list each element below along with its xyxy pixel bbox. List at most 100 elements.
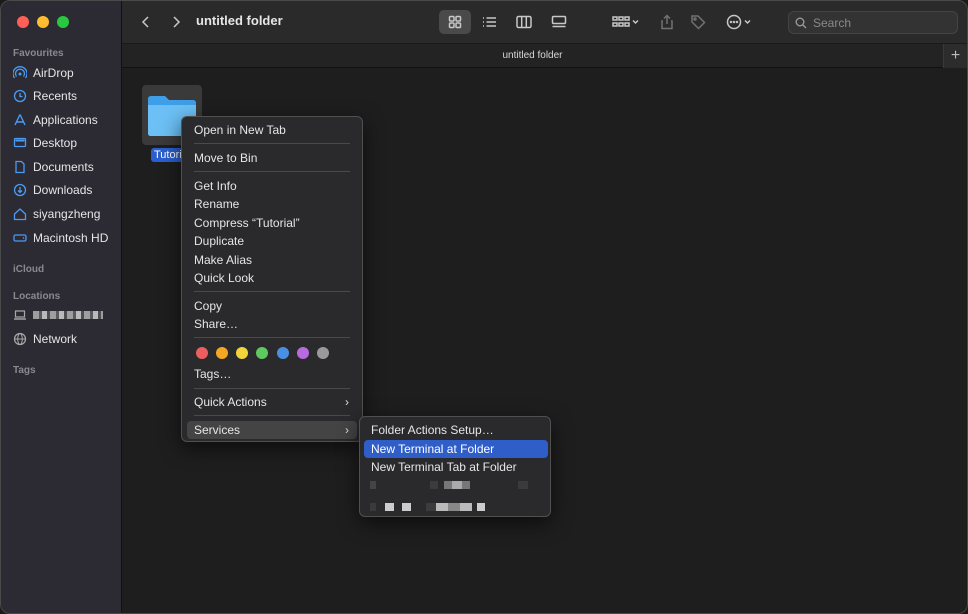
laptop-icon (13, 308, 27, 322)
menu-item-label: Services (194, 423, 241, 437)
chevron-right-icon (173, 16, 181, 28)
window-controls (17, 16, 69, 28)
forward-button[interactable] (166, 10, 186, 34)
menu-item-share[interactable]: Share… (187, 315, 357, 333)
desktop-icon (13, 136, 27, 150)
sidebar-item-macintosh-hd[interactable]: Macintosh HD (13, 228, 117, 248)
menu-item-quick-actions[interactable]: Quick Actions › (187, 393, 357, 411)
menu-item-open-in-new-tab[interactable]: Open in New Tab (187, 121, 357, 139)
chevron-left-icon (141, 16, 149, 28)
sidebar-item-label: Desktop (33, 136, 78, 150)
redacted-menu-item[interactable] (370, 503, 540, 511)
menu-item-new-terminal-at-folder[interactable]: New Terminal at Folder (364, 440, 548, 458)
menu-item-new-terminal-tab-at-folder[interactable]: New Terminal Tab at Folder (364, 458, 548, 476)
redacted-menu-item[interactable] (370, 481, 540, 489)
download-icon (13, 183, 27, 197)
sidebar-section-tags: Tags (13, 365, 36, 376)
sidebar-item-label: Applications (33, 113, 98, 127)
search-input[interactable] (813, 15, 943, 30)
menu-separator (194, 171, 350, 172)
folder-name-label[interactable]: Tutorial (151, 148, 183, 162)
sidebar-item-applications[interactable]: Applications (13, 110, 117, 130)
back-button[interactable] (136, 10, 156, 34)
tab-bar: untitled folder + (122, 44, 967, 68)
sidebar-item-label: Downloads (33, 183, 93, 197)
home-icon (13, 207, 27, 221)
zoom-window-button[interactable] (57, 16, 69, 28)
grid-icon (448, 15, 462, 29)
toolbar: untitled folder (122, 1, 967, 44)
tag-color-grey[interactable] (317, 347, 329, 359)
menu-item-copy[interactable]: Copy (187, 297, 357, 315)
tag-color-yellow[interactable] (236, 347, 248, 359)
sidebar-item-label: Network (33, 332, 78, 346)
sidebar-item-recents[interactable]: Recents (13, 86, 117, 106)
applications-icon (13, 113, 27, 127)
list-view-button[interactable] (474, 10, 506, 34)
sidebar-item-label: Recents (33, 89, 78, 103)
sidebar-item-label: siyangzheng (33, 207, 101, 221)
redacted-computer-name (33, 311, 103, 319)
menu-separator (194, 388, 350, 389)
sidebar-item-downloads[interactable]: Downloads (13, 180, 117, 200)
sidebar-item-airdrop[interactable]: AirDrop (13, 63, 117, 83)
sidebar-item-desktop[interactable]: Desktop (13, 133, 117, 153)
sidebar-item-network[interactable]: Network (13, 329, 117, 349)
action-menu-button[interactable] (723, 10, 757, 34)
sidebar-item-documents[interactable]: Documents (13, 157, 117, 177)
ellipsis-circle-icon (726, 14, 751, 30)
document-icon (13, 160, 27, 174)
menu-item-get-info[interactable]: Get Info (187, 177, 357, 195)
menu-item-quick-look[interactable]: Quick Look (187, 269, 357, 287)
window-title: untitled folder (196, 13, 283, 28)
new-tab-button[interactable]: + (943, 44, 967, 68)
share-icon (661, 14, 673, 30)
drive-icon (13, 231, 27, 245)
column-view-button[interactable] (508, 10, 540, 34)
group-by-icon (612, 16, 639, 27)
clock-icon (13, 89, 27, 103)
group-button[interactable] (606, 10, 646, 34)
gallery-view-button[interactable] (543, 10, 575, 34)
tag-color-red[interactable] (196, 347, 208, 359)
list-icon (483, 17, 496, 27)
sidebar-item-computer[interactable] (13, 305, 117, 325)
tag-color-green[interactable] (256, 347, 268, 359)
sidebar-section-locations: Locations (13, 291, 61, 302)
menu-item-tags[interactable]: Tags… (187, 365, 357, 383)
share-button[interactable] (656, 10, 678, 34)
menu-item-compress[interactable]: Compress “Tutorial” (187, 214, 357, 232)
search-field[interactable] (788, 11, 958, 34)
context-menu: Open in New Tab Move to Bin Get Info Ren… (181, 116, 363, 442)
sidebar-section-icloud: iCloud (13, 264, 45, 275)
services-submenu: Folder Actions Setup… New Terminal at Fo… (359, 416, 551, 517)
chevron-right-icon: › (345, 395, 349, 409)
menu-item-duplicate[interactable]: Duplicate (187, 232, 357, 250)
tag-button[interactable] (687, 10, 709, 34)
menu-item-make-alias[interactable]: Make Alias (187, 251, 357, 269)
sidebar-item-label: AirDrop (33, 66, 74, 80)
finder-window: Favourites AirDrop Recents Applications … (0, 0, 968, 614)
menu-item-move-to-bin[interactable]: Move to Bin (187, 149, 357, 167)
tag-color-orange[interactable] (216, 347, 228, 359)
network-icon (13, 332, 27, 346)
close-window-button[interactable] (17, 16, 29, 28)
tag-color-purple[interactable] (297, 347, 309, 359)
sidebar-item-label: Documents (33, 160, 94, 174)
chevron-right-icon: › (345, 423, 349, 437)
columns-icon (516, 15, 532, 29)
airdrop-icon (13, 66, 27, 80)
tag-color-blue[interactable] (277, 347, 289, 359)
sidebar-item-home[interactable]: siyangzheng (13, 204, 117, 224)
sidebar-section-favourites: Favourites (13, 48, 64, 59)
sidebar: Favourites AirDrop Recents Applications … (1, 1, 122, 613)
menu-separator (194, 337, 350, 338)
menu-separator (194, 415, 350, 416)
menu-item-services[interactable]: Services › (187, 421, 357, 439)
icon-view-button[interactable] (439, 10, 471, 34)
menu-item-rename[interactable]: Rename (187, 195, 357, 213)
menu-separator (194, 143, 350, 144)
tab-untitled-folder[interactable]: untitled folder (122, 50, 943, 61)
menu-item-folder-actions-setup[interactable]: Folder Actions Setup… (364, 421, 548, 439)
minimize-window-button[interactable] (37, 16, 49, 28)
